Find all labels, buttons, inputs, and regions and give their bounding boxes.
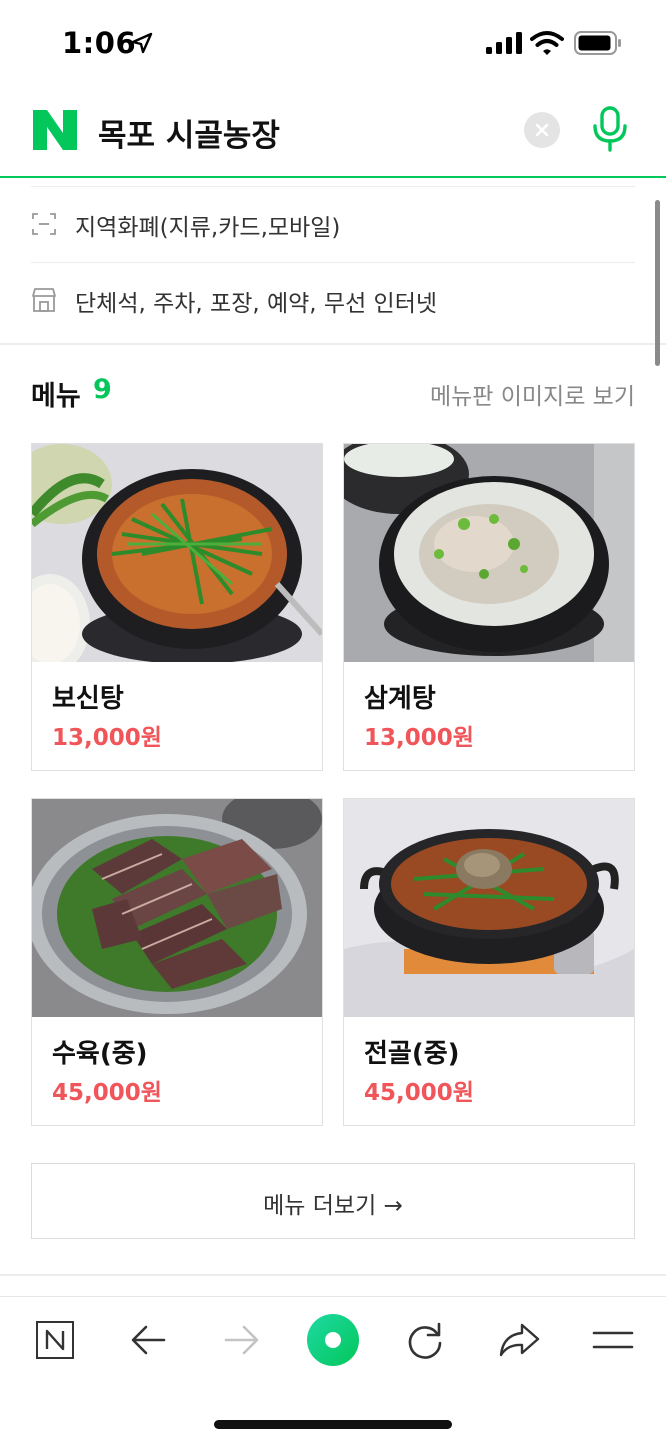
hamburger-menu-icon[interactable] — [588, 1315, 638, 1365]
menu-more-label: 메뉴 더보기 → — [263, 1193, 403, 1219]
status-bar: 1:06 — [0, 0, 666, 88]
menu-item-price: 13,000원 — [52, 725, 162, 751]
menu-photo-suyuk — [32, 799, 322, 1017]
clear-search-button[interactable] — [524, 112, 560, 148]
facilities-text: 단체석, 주차, 포장, 예약, 무선 인터넷 — [75, 291, 438, 317]
menu-count: 9 — [93, 374, 112, 405]
status-time: 1:06 — [62, 26, 137, 60]
info-row-facilities: 단체석, 주차, 포장, 예약, 무선 인터넷 — [31, 262, 635, 338]
menu-image-link[interactable]: 메뉴판 이미지로 보기 — [430, 377, 635, 411]
battery-icon — [574, 31, 621, 55]
store-icon — [32, 288, 56, 312]
menu-card[interactable]: 삼계탕 13,000원 — [343, 443, 635, 771]
menu-card[interactable]: 보신탕 13,000원 — [31, 443, 323, 771]
wifi-icon — [530, 31, 564, 55]
search-input[interactable]: 목포 시골농장 — [98, 110, 280, 155]
currency-icon — [32, 213, 56, 235]
menu-card[interactable]: 전골(중) 45,000원 — [343, 798, 635, 1126]
menu-item-price: 45,000원 — [364, 1080, 474, 1106]
menu-item-price: 13,000원 — [364, 725, 474, 751]
menu-photo-jeongol — [344, 799, 634, 1017]
section-divider — [0, 343, 666, 345]
menu-more-button[interactable]: 메뉴 더보기 → — [31, 1163, 635, 1239]
bottom-toolbar — [0, 1296, 666, 1440]
menu-item-price: 45,000원 — [52, 1080, 162, 1106]
naver-home-icon[interactable] — [30, 1315, 80, 1365]
clear-icon — [535, 123, 549, 137]
mic-icon[interactable] — [590, 106, 630, 152]
menu-photo-samgyetang — [344, 444, 634, 662]
reload-icon[interactable] — [400, 1315, 450, 1365]
home-indicator[interactable] — [214, 1420, 452, 1429]
menu-item-name: 수육(중) — [52, 1039, 148, 1069]
location-arrow-icon — [131, 32, 153, 54]
back-arrow-icon[interactable] — [124, 1315, 174, 1365]
search-header: 목포 시골농장 — [0, 88, 666, 178]
payment-text: 지역화폐(지류,카드,모바일) — [75, 215, 341, 241]
section-divider — [0, 1274, 666, 1276]
info-row-payment: 지역화폐(지류,카드,모바일) — [31, 186, 635, 262]
forward-arrow-icon[interactable] — [216, 1315, 266, 1365]
signal-icon — [486, 32, 522, 54]
menu-section-title: 메뉴 — [31, 381, 81, 412]
menu-item-name: 전골(중) — [364, 1039, 460, 1069]
green-dot-icon[interactable] — [306, 1313, 360, 1367]
naver-logo[interactable] — [33, 110, 77, 150]
share-icon[interactable] — [494, 1315, 544, 1365]
scrollbar[interactable] — [655, 200, 660, 366]
menu-item-name: 삼계탕 — [364, 684, 436, 714]
menu-photo-boshintang — [32, 444, 322, 662]
menu-card[interactable]: 수육(중) 45,000원 — [31, 798, 323, 1126]
menu-item-name: 보신탕 — [52, 684, 124, 714]
